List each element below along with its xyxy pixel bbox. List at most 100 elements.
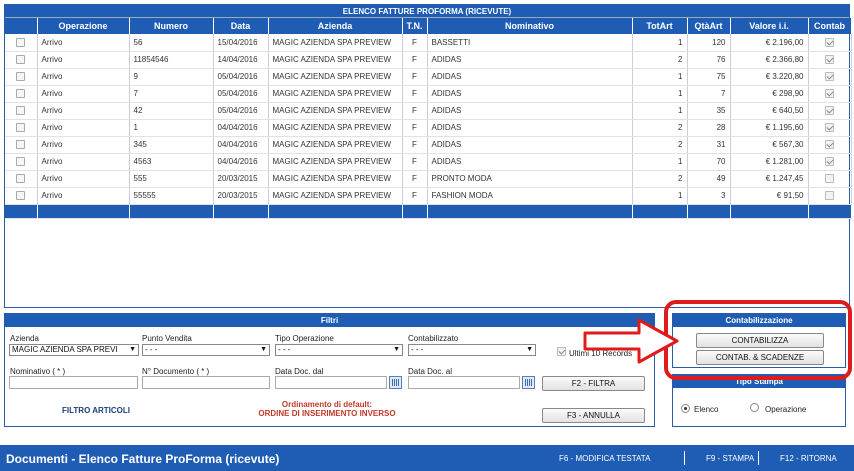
- col-totart[interactable]: TotArt: [632, 18, 688, 34]
- cell-numero: 9: [129, 68, 214, 86]
- contab-checkbox[interactable]: [825, 37, 834, 47]
- cell-totart: 1: [632, 102, 688, 120]
- page-title: Documenti - Elenco Fatture ProForma (ric…: [6, 452, 280, 466]
- cell-nominativo: PRONTO MODA: [427, 170, 633, 188]
- cell-azienda: MAGIC AZIENDA SPA PREVIEW: [268, 85, 403, 103]
- contab-checkbox[interactable]: [825, 123, 834, 133]
- cell-valore: € 640,50: [730, 102, 809, 120]
- row-select-checkbox[interactable]: [16, 191, 26, 201]
- cell-numero: 42: [129, 102, 214, 120]
- cell-azienda: MAGIC AZIENDA SPA PREVIEW: [268, 102, 403, 120]
- ndocumento-input[interactable]: [142, 376, 270, 389]
- cell-checkbox: [808, 136, 852, 154]
- contabilizzato-select[interactable]: - - - ▼: [408, 344, 536, 356]
- radio-elenco[interactable]: [681, 404, 690, 413]
- table-row[interactable]: Arrivo 11854546 14/04/2016 MAGIC AZIENDA SP…: [5, 51, 852, 69]
- col-tn[interactable]: T.N.: [402, 18, 428, 34]
- row-select-checkbox[interactable]: [16, 89, 26, 99]
- table-row[interactable]: Arrivo 555 20/03/2015 MAGIC AZIENDA SPA PRE…: [5, 170, 852, 188]
- cell-checkbox: [808, 170, 852, 188]
- row-select-checkbox[interactable]: [16, 123, 26, 133]
- azienda-select[interactable]: MAGIC AZIENDA SPA PREVI ▼: [9, 344, 139, 356]
- cell-totart: 1: [632, 85, 688, 103]
- col-contab[interactable]: Contab: [808, 18, 852, 34]
- filtro-articoli-link[interactable]: FILTRO ARTICOLI: [62, 406, 130, 415]
- cell-operazione: Arrivo: [37, 68, 130, 86]
- table-row[interactable]: Arrivo 9 05/04/2016 MAGIC AZIENDA SPA PREVI…: [5, 68, 852, 86]
- divider: [758, 451, 759, 465]
- cell-numero: 11854546: [129, 51, 214, 69]
- cell-checkbox: [5, 85, 38, 103]
- row-select-checkbox[interactable]: [16, 37, 26, 47]
- table-row[interactable]: Arrivo 55555 20/03/2015 MAGIC AZIENDA SPA P…: [5, 187, 852, 205]
- filtra-button[interactable]: F2 - FILTRA: [542, 376, 645, 391]
- chevron-down-icon: ▼: [129, 346, 136, 353]
- table-row[interactable]: Arrivo 56 15/04/2016 MAGIC AZIENDA SPA PREV…: [5, 34, 852, 52]
- contab-checkbox[interactable]: [825, 157, 834, 167]
- ordinamento-note: Ordinamento di default: ORDINE DI INSERI…: [237, 400, 417, 418]
- data-dal-input[interactable]: [275, 376, 387, 389]
- cell-totart: 1: [632, 68, 688, 86]
- cell-azienda: MAGIC AZIENDA SPA PREVIEW: [268, 51, 403, 69]
- cell-valore: € 2.196,00: [730, 34, 809, 52]
- col-nominativo[interactable]: Nominativo: [427, 18, 633, 34]
- col-data[interactable]: Data: [213, 18, 269, 34]
- table-row[interactable]: Arrivo 1 04/04/2016 MAGIC AZIENDA SPA PREVI…: [5, 119, 852, 137]
- cell-data: 20/03/2015: [213, 187, 269, 205]
- row-select-checkbox[interactable]: [16, 157, 26, 167]
- chevron-down-icon: ▼: [260, 346, 267, 353]
- ritorna-button[interactable]: F12 - RITORNA: [780, 454, 837, 463]
- tipo-operazione-select[interactable]: - - - ▼: [275, 344, 403, 356]
- col-operazione[interactable]: Operazione: [37, 18, 130, 34]
- contab-checkbox[interactable]: [825, 191, 834, 201]
- arrow-right-icon: [583, 318, 679, 364]
- table-row[interactable]: Arrivo 345 04/04/2016 MAGIC AZIENDA SPA PRE…: [5, 136, 852, 154]
- ultimi-records-checkbox[interactable]: [557, 347, 566, 356]
- cell-numero: 345: [129, 136, 214, 154]
- radio-operazione[interactable]: [750, 403, 759, 412]
- nominativo-input[interactable]: [9, 376, 138, 389]
- contab-checkbox[interactable]: [825, 89, 834, 99]
- table-row[interactable]: Arrivo 42 05/04/2016 MAGIC AZIENDA SPA PREV…: [5, 102, 852, 120]
- modifica-testata-button[interactable]: F6 - MODIFICA TESTATA: [559, 454, 650, 463]
- stampa-button[interactable]: F9 - STAMPA: [706, 454, 754, 463]
- calendar-icon[interactable]: [522, 376, 535, 389]
- cell-azienda: MAGIC AZIENDA SPA PREVIEW: [268, 187, 403, 205]
- radio-operazione-label: Operazione: [765, 405, 807, 414]
- annulla-button[interactable]: F3 - ANNULLA: [542, 408, 645, 423]
- row-select-checkbox[interactable]: [16, 174, 26, 184]
- cell-qtaart: 35: [687, 102, 731, 120]
- col-valore[interactable]: Valore i.i.: [730, 18, 809, 34]
- cell-checkbox: [5, 102, 38, 120]
- table-header-row: Operazione Numero Data Azienda T.N. Nomi…: [5, 18, 852, 34]
- row-select-checkbox[interactable]: [16, 106, 26, 116]
- contab-checkbox[interactable]: [825, 174, 834, 184]
- cell-qtaart: 49: [687, 170, 731, 188]
- cell-nominativo: ADIDAS: [427, 85, 633, 103]
- row-select-checkbox[interactable]: [16, 140, 26, 150]
- col-numero[interactable]: Numero: [129, 18, 214, 34]
- punto-vendita-select[interactable]: - - - ▼: [142, 344, 270, 356]
- data-al-input[interactable]: [408, 376, 520, 389]
- cell-qtaart: 120: [687, 34, 731, 52]
- contab-checkbox[interactable]: [825, 106, 834, 116]
- cell-numero: 555: [129, 170, 214, 188]
- cell-checkbox: [5, 119, 38, 137]
- contab-checkbox[interactable]: [825, 72, 834, 82]
- cell-data: 05/04/2016: [213, 68, 269, 86]
- table-row[interactable]: Arrivo 7 05/04/2016 MAGIC AZIENDA SPA PREVI…: [5, 85, 852, 103]
- cell-qtaart: 28: [687, 119, 731, 137]
- table-row[interactable]: Arrivo 4563 04/04/2016 MAGIC AZIENDA SPA PR…: [5, 153, 852, 171]
- contab-checkbox[interactable]: [825, 55, 834, 65]
- col-azienda[interactable]: Azienda: [268, 18, 403, 34]
- nominativo-label: Nominativo ( * ): [10, 367, 66, 376]
- bottom-bar: Documenti - Elenco Fatture ProForma (ric…: [0, 445, 854, 471]
- calendar-icon[interactable]: [389, 376, 402, 389]
- cell-operazione: Arrivo: [37, 119, 130, 137]
- row-select-checkbox[interactable]: [16, 55, 26, 65]
- cell-nominativo: BASSETTI: [427, 34, 633, 52]
- col-qtaart[interactable]: QtàArt: [687, 18, 731, 34]
- row-select-checkbox[interactable]: [16, 72, 26, 82]
- cell-azienda: MAGIC AZIENDA SPA PREVIEW: [268, 34, 403, 52]
- contab-checkbox[interactable]: [825, 140, 834, 150]
